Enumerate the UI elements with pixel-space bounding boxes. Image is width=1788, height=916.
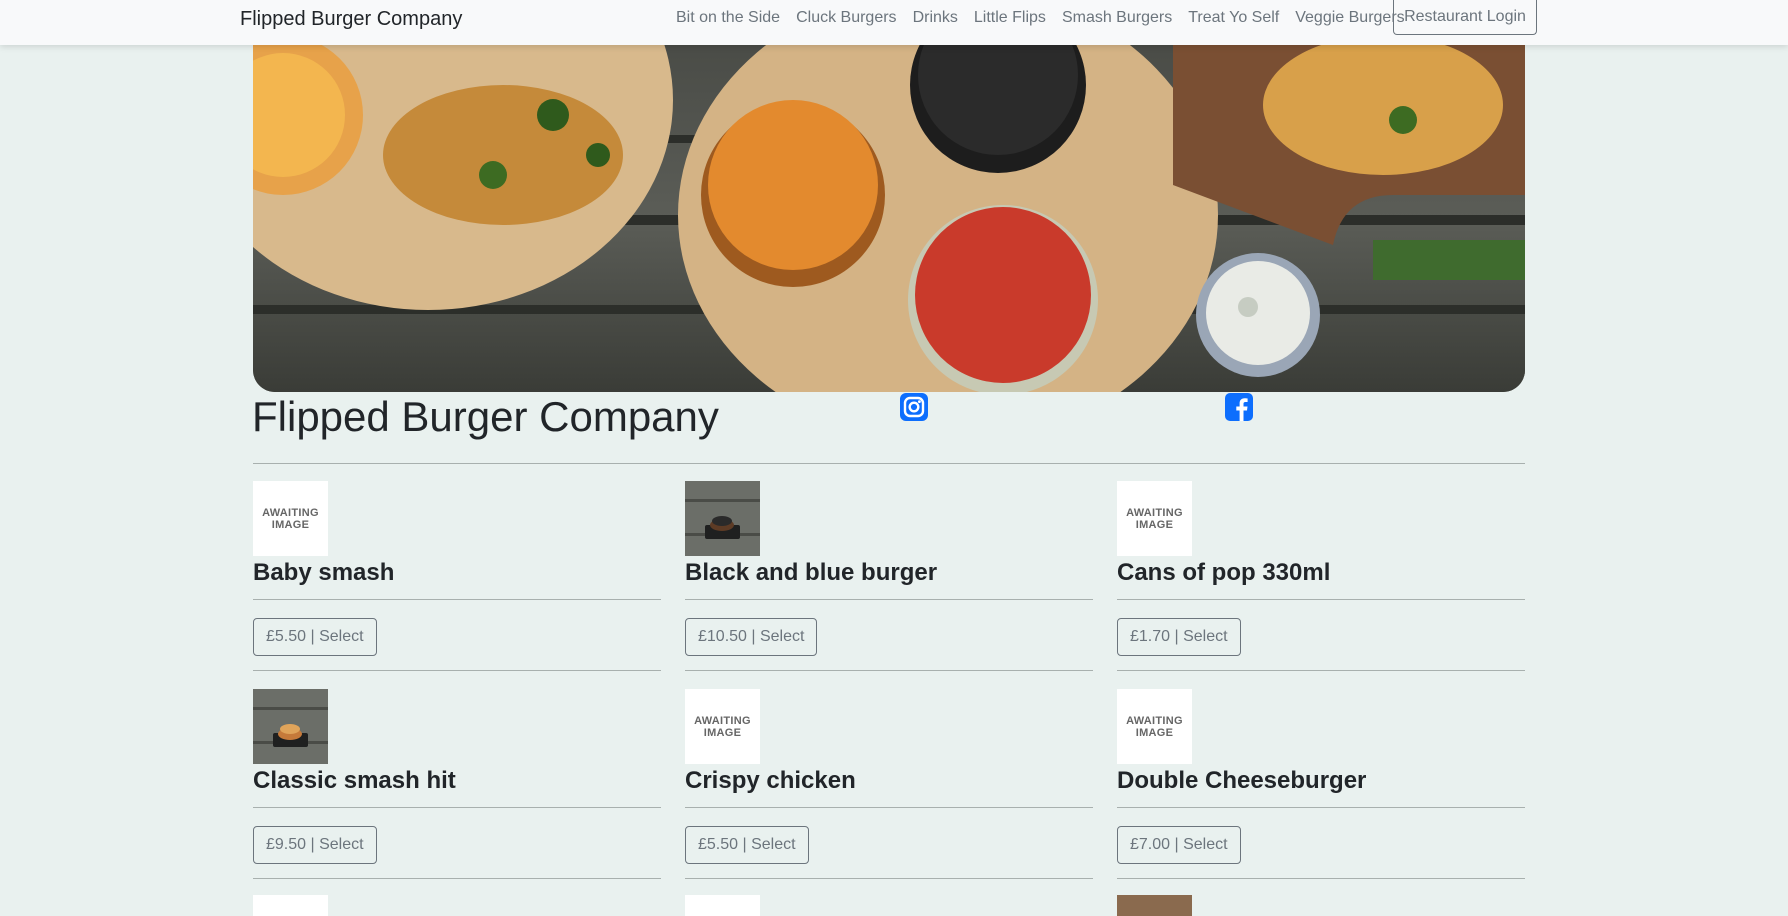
next-item-thumbnail <box>1117 895 1192 916</box>
menu-item-title: Baby smash <box>253 559 395 586</box>
divider <box>253 670 661 671</box>
image-text: IMAGE <box>271 518 310 531</box>
instagram-icon[interactable] <box>900 393 928 421</box>
menu-item-title: Crispy chicken <box>685 767 856 794</box>
divider <box>1117 878 1525 879</box>
select-price-button[interactable]: £10.50 | Select <box>685 618 818 656</box>
nav-link-smash-burgers[interactable]: Smash Burgers <box>1062 9 1172 27</box>
burger-photo <box>685 481 760 556</box>
menu-card-black-and-blue-burger: Black and blue burger £10.50 | Select <box>685 481 1093 673</box>
divider <box>1117 599 1525 600</box>
awaiting-text: AWAITING <box>1126 506 1183 519</box>
divider <box>253 599 661 600</box>
nav-link-treat-yo-self[interactable]: Treat Yo Self <box>1188 9 1279 27</box>
menu-grid: AWAITING IMAGE Baby smash £5.50 | Select … <box>253 481 1525 881</box>
facebook-icon[interactable] <box>1225 393 1253 421</box>
select-price-button[interactable]: £5.50 | Select <box>253 618 377 656</box>
restaurant-login-button[interactable]: Restaurant Login <box>1393 0 1537 35</box>
image-text: IMAGE <box>1135 726 1174 739</box>
awaiting-image-placeholder: AWAITING IMAGE <box>253 481 328 556</box>
divider <box>685 878 1093 879</box>
nav-link-drinks[interactable]: Drinks <box>913 9 958 27</box>
divider <box>253 878 661 879</box>
menu-item-title: Black and blue burger <box>685 559 938 586</box>
menu-item-title: Double Cheeseburger <box>1117 767 1367 794</box>
burger-photo <box>253 689 328 764</box>
nav-link-bit-on-the-side[interactable]: Bit on the Side <box>676 9 780 27</box>
menu-card-crispy-chicken: AWAITING IMAGE Crispy chicken £5.50 | Sel… <box>685 689 1093 881</box>
select-price-button[interactable]: £9.50 | Select <box>253 826 377 864</box>
nav-link-veggie-burgers[interactable]: Veggie Burgers <box>1295 9 1404 27</box>
menu-card-baby-smash: AWAITING IMAGE Baby smash £5.50 | Select <box>253 481 661 673</box>
navbar-brand[interactable]: Flipped Burger Company <box>240 8 462 31</box>
select-price-button[interactable]: £1.70 | Select <box>1117 618 1241 656</box>
title-divider <box>253 463 1525 464</box>
divider <box>1117 807 1525 808</box>
menu-card-classic-smash-hit: Classic smash hit £9.50 | Select <box>253 689 661 881</box>
awaiting-text: AWAITING <box>1126 714 1183 727</box>
divider <box>1117 670 1525 671</box>
image-text: IMAGE <box>703 726 742 739</box>
divider <box>685 807 1093 808</box>
divider <box>253 807 661 808</box>
menu-card-double-cheeseburger: AWAITING IMAGE Double Cheeseburger £7.00 … <box>1117 689 1525 881</box>
nav-link-little-flips[interactable]: Little Flips <box>974 9 1046 27</box>
nav-links: Bit on the Side Cluck Burgers Drinks Lit… <box>676 9 1405 27</box>
awaiting-image-placeholder: AWAITING IMAGE <box>1117 481 1192 556</box>
page-title: Flipped Burger Company <box>252 393 719 440</box>
menu-card-cans-of-pop: AWAITING IMAGE Cans of pop 330ml £1.70 | … <box>1117 481 1525 673</box>
awaiting-text: AWAITING <box>694 714 751 727</box>
awaiting-image-placeholder: AWAITING IMAGE <box>685 689 760 764</box>
divider <box>685 599 1093 600</box>
awaiting-image-placeholder: AWAITING IMAGE <box>1117 689 1192 764</box>
select-price-button[interactable]: £7.00 | Select <box>1117 826 1241 864</box>
next-item-thumbnail <box>685 895 760 916</box>
select-price-button[interactable]: £5.50 | Select <box>685 826 809 864</box>
divider <box>685 670 1093 671</box>
image-text: IMAGE <box>1135 518 1174 531</box>
awaiting-text: AWAITING <box>262 506 319 519</box>
menu-item-title: Cans of pop 330ml <box>1117 559 1331 586</box>
nav-link-cluck-burgers[interactable]: Cluck Burgers <box>796 9 896 27</box>
menu-item-title: Classic smash hit <box>253 767 456 794</box>
hero-banner-image <box>253 45 1525 392</box>
top-navbar: Flipped Burger Company Bit on the Side C… <box>0 0 1788 45</box>
next-item-thumbnail <box>253 895 328 916</box>
